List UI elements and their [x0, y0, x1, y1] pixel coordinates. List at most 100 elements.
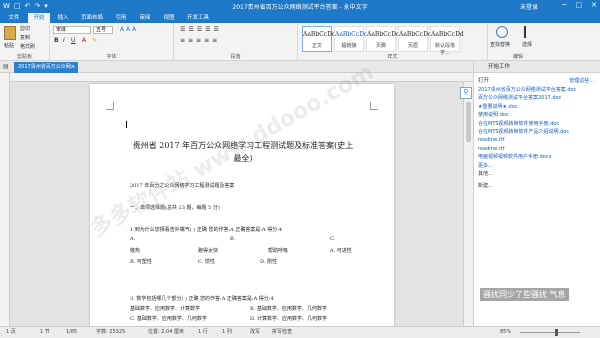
tab-developer[interactable]: 开发工具: [182, 13, 214, 23]
more-link[interactable]: 更多...: [478, 162, 598, 170]
doc-question-3: 3. 数学包括哪几个部分( ) 正确 您的作答:A 正确答案是:A 得分:4: [130, 296, 274, 302]
status-words[interactable]: 字数: 25325: [96, 327, 125, 338]
paste-button[interactable]: 粘贴: [4, 42, 14, 49]
style-sample: AaBbCcDd: [367, 31, 400, 38]
notification-toast: 骚扰同少了些骚扰 气息: [480, 288, 569, 301]
status-spell[interactable]: 拼写检查: [272, 327, 292, 338]
close-tab-icon[interactable]: ✕: [71, 62, 75, 73]
recent-file[interactable]: 合在MTS视频转换软件产品介绍说明.doc: [478, 128, 598, 136]
style-sample: AaBbCcDd: [335, 31, 368, 38]
select-button[interactable]: 选择: [522, 41, 532, 48]
styles-group-label: 样式: [387, 54, 398, 60]
style-footer[interactable]: AaBbCcDd 页脚: [366, 26, 400, 52]
vertical-scrollbar[interactable]: [463, 82, 473, 326]
open-label: 打开: [478, 78, 490, 84]
doc-option: D. 计算数学、应用数学、几何数学: [250, 316, 328, 322]
document-tab[interactable]: 2017贵州省百万公众网... ✕: [14, 62, 78, 73]
close-button[interactable]: ✕: [591, 1, 597, 9]
italic-button[interactable]: I: [63, 37, 65, 44]
find-replace-button[interactable]: 查找替换: [490, 41, 510, 48]
recent-file[interactable]: readme.rtf: [478, 136, 598, 144]
highlight-icon[interactable]: ✎: [92, 37, 97, 44]
paste-icon[interactable]: [4, 26, 16, 40]
doc-option: B.: [230, 236, 236, 242]
recent-file[interactable]: 使用说明.doc: [478, 111, 598, 119]
font-size-select[interactable]: 五号: [93, 26, 113, 34]
ribbon: 粘贴 剪切 复制 格式刷 剪贴板 宋体 五号 A A A B I U A ✎ 字…: [0, 23, 600, 61]
minimize-button[interactable]: ─: [562, 1, 566, 9]
doc-option: C. 惯性: [198, 259, 215, 265]
tab-home[interactable]: 开始: [28, 13, 50, 23]
status-pages: 1/85: [66, 329, 78, 335]
document-tab-label: 2017贵州省百万公众网...: [18, 64, 76, 70]
doc-option: A.: [130, 236, 136, 242]
copy-button[interactable]: 复制: [20, 34, 30, 41]
location-pin-icon[interactable]: ⚲: [460, 87, 472, 99]
style-normal[interactable]: AaBbCcDd 正文: [302, 26, 336, 52]
paragraph-group-label: 段落: [230, 54, 241, 60]
status-page: 1 页: [6, 329, 16, 335]
bold-button[interactable]: B: [54, 37, 59, 44]
style-sample: AaBbCcDd: [303, 31, 336, 38]
recent-file[interactable]: 百万公众网络测试平台答案2017.doc: [478, 94, 598, 102]
doc-option: A. 可进性: [330, 248, 352, 254]
login-status[interactable]: 未登录: [520, 2, 538, 11]
recent-file[interactable]: 电脑视频视频软件用户手册.docx: [478, 153, 598, 161]
font-name-select[interactable]: 宋体: [53, 26, 91, 34]
tab-view[interactable]: 视图: [158, 13, 180, 23]
recent-file[interactable]: 合在MTS视频转换软件使用手册.doc: [478, 120, 598, 128]
tab-insert[interactable]: 插入: [52, 13, 74, 23]
list-buttons-icon[interactable]: ☰☰☰☰☰: [180, 26, 222, 33]
style-header[interactable]: AaBbCcDd 页眉: [398, 26, 432, 52]
doc-icon: ▤: [3, 63, 9, 70]
style-name: 页眉: [407, 43, 418, 49]
title-bar: W □ ↶ ↷ ▾ 2017贵州省百万公众网络测试平台答案 - 永中文字 未登录…: [0, 0, 600, 13]
tab-references[interactable]: 引用: [110, 13, 132, 23]
status-col: 1 列: [222, 329, 232, 335]
scroll-thumb[interactable]: [466, 102, 471, 142]
clipboard-group-label: 剪贴板: [16, 54, 32, 60]
tab-review[interactable]: 审阅: [134, 13, 156, 23]
font-color-icon[interactable]: A: [82, 37, 86, 44]
zoom-slider-thumb[interactable]: [555, 329, 558, 336]
recent-file[interactable]: 2017贵州省百万公众网络测试平台答案.doc: [478, 86, 598, 94]
style-sample: AaBbCcDd: [399, 31, 432, 38]
margin-mark: [106, 102, 114, 110]
recent-file[interactable]: readme.rtf: [478, 145, 598, 153]
doc-option: 帮助呼吸: [268, 248, 289, 254]
zoom-level: 85%: [500, 329, 512, 335]
open-other-link[interactable]: 其他...: [478, 170, 598, 178]
style-name: 正文: [311, 43, 322, 49]
edit-group: 查找替换 选择 编辑: [488, 23, 548, 61]
style-name: 超链接: [341, 43, 357, 49]
margin-mark: [370, 102, 378, 110]
new-doc-link[interactable]: 新建...: [478, 182, 598, 190]
tab-page-layout[interactable]: 页面布局: [76, 13, 108, 23]
style-hyperlink[interactable]: AaBbCcDd 超链接: [334, 26, 368, 52]
doc-option: 跑得太快: [198, 248, 219, 254]
select-icon[interactable]: [524, 26, 534, 38]
doc-option: D. 刚性: [260, 259, 278, 265]
status-line: 1 行: [198, 329, 208, 335]
document-workarea: 贵州省 2017 年百万公众网络学习工程测试题及标准答案(史上 最全) 2017…: [0, 60, 473, 326]
doc-option: 敬热: [130, 248, 141, 254]
doc-question-1: 1.到为什么您择看告外嘴气( ) 正确 您的作答:A 正确答案是:A 得分:4: [130, 227, 283, 233]
align-buttons-icon[interactable]: ≡≡≡≡≡: [180, 37, 220, 44]
style-name: 页脚: [375, 43, 386, 49]
cut-button[interactable]: 剪切: [20, 25, 30, 32]
manage-link[interactable]: 管理这些...: [569, 77, 594, 86]
paragraph-group: ☰☰☰☰☰ ≡≡≡≡≡ 段落: [174, 23, 298, 61]
font-group: 宋体 五号 A A A B I U A ✎ 字体: [50, 23, 174, 61]
find-replace-icon[interactable]: [496, 26, 508, 38]
zoom-slider[interactable]: [520, 332, 580, 333]
recent-file[interactable]: ★重要说明★.doc: [478, 103, 598, 111]
font-tools-icon[interactable]: A A A: [120, 26, 136, 33]
panel-title: 开始工作: [474, 61, 600, 73]
doc-option: 基础数学、应用数学、计算数学: [130, 306, 201, 312]
style-default-para[interactable]: AaBbCcDd 默认段落字...: [430, 26, 464, 56]
maximize-button[interactable]: □: [576, 1, 583, 9]
format-painter-button[interactable]: 格式刷: [20, 43, 35, 50]
tab-file[interactable]: 文件: [2, 13, 26, 23]
status-mode[interactable]: 改写: [250, 327, 260, 338]
underline-button[interactable]: U: [71, 37, 75, 44]
